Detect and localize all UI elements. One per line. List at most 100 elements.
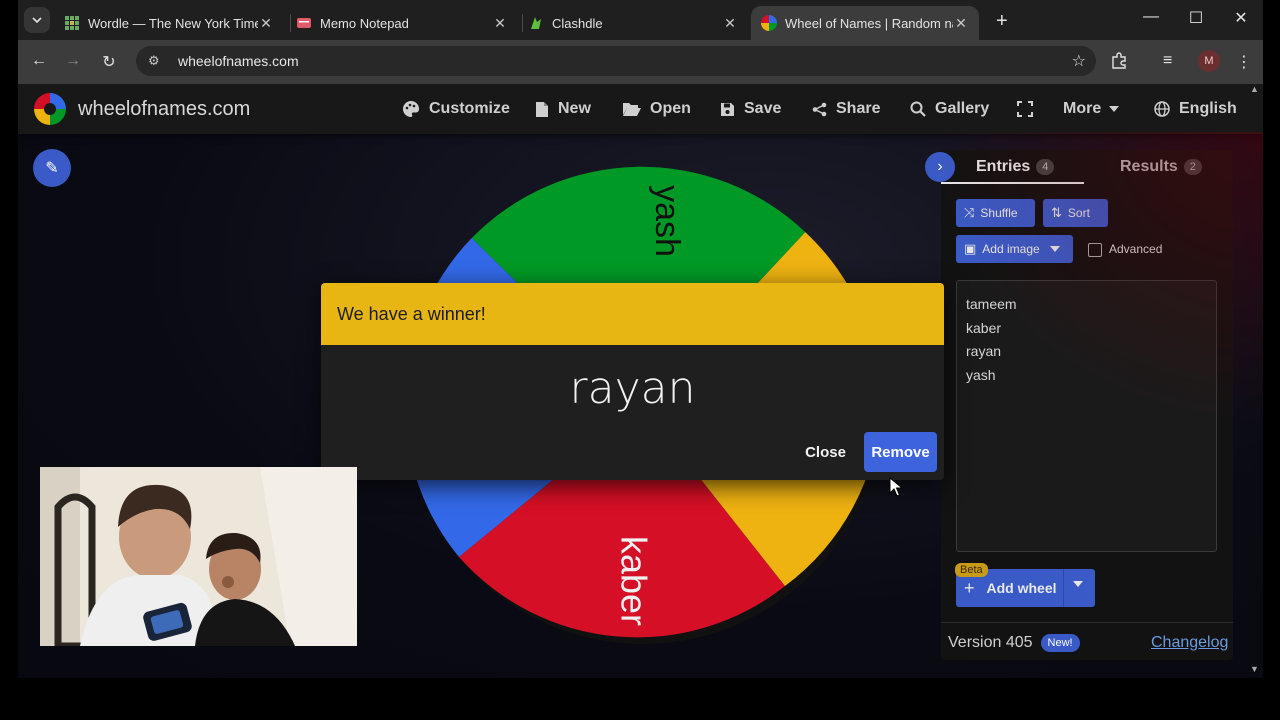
media-queue-icon[interactable]: ≡ <box>1163 52 1172 70</box>
tab-label: Wordle — The New York Times <box>88 15 258 31</box>
site-settings-icon[interactable]: ⚙ <box>148 53 166 69</box>
edit-pencil-button[interactable]: ✎ <box>33 149 71 187</box>
tab-label: Entries <box>976 158 1031 175</box>
window-close-icon[interactable]: ✕ <box>1229 8 1253 28</box>
entries-textarea[interactable]: tameem kaber rayan yash <box>956 280 1217 552</box>
nav-fullscreen[interactable] <box>1017 84 1033 134</box>
clashdle-icon <box>531 17 541 29</box>
nav-label: Gallery <box>935 100 990 117</box>
shuffle-button[interactable]: ⤨ Shuffle <box>956 199 1035 227</box>
plus-icon: + <box>964 577 975 598</box>
shuffle-icon: ⤨ <box>964 205 975 220</box>
tab-results[interactable]: Results 2 <box>1120 158 1202 176</box>
url-text[interactable]: wheelofnames.com <box>178 53 299 69</box>
button-label: Sort <box>1067 206 1090 220</box>
puzzle-icon <box>1112 52 1126 69</box>
memo-icon <box>297 18 311 28</box>
new-tab-button[interactable]: + <box>996 10 1008 33</box>
tab-entries[interactable]: Entries 4 <box>976 158 1055 176</box>
entries-count-badge: 4 <box>1036 159 1055 175</box>
close-icon[interactable]: ✕ <box>258 15 274 32</box>
profile-avatar[interactable]: M <box>1198 50 1220 72</box>
close-icon[interactable]: ✕ <box>953 15 969 32</box>
site-navbar: wheelofnames.com Customize New Open Save… <box>18 84 1263 134</box>
webcam-feed <box>40 467 357 646</box>
close-icon[interactable]: ✕ <box>722 15 738 32</box>
nav-open[interactable]: Open <box>622 84 691 134</box>
nav-label: Save <box>744 100 782 117</box>
nav-more[interactable]: More <box>1063 84 1120 134</box>
button-label: Shuffle <box>980 206 1018 220</box>
reload-icon[interactable]: ↻ <box>99 52 119 72</box>
browser-toolbar: ← → ↻ ⚙ wheelofnames.com ☆ ≡ M ⋮ <box>18 40 1263 84</box>
tab-label: Wheel of Names | Random nam <box>785 15 953 31</box>
browser-tabstrip: Wordle — The New York Times ✕ Memo Notep… <box>18 0 1263 40</box>
wheel-label-kaber: kaber <box>613 536 654 626</box>
scroll-up-arrow-icon[interactable]: ▲ <box>1250 84 1259 94</box>
brand[interactable]: wheelofnames.com <box>34 93 250 125</box>
back-arrow-icon[interactable]: ← <box>29 52 49 70</box>
maximize-icon[interactable]: ☐ <box>1184 8 1208 28</box>
caret-down-icon <box>1109 106 1120 112</box>
image-icon: ▣ <box>964 241 977 256</box>
dialog-title: We have a winner! <box>321 283 944 345</box>
nav-save[interactable]: Save <box>720 84 781 134</box>
chevron-down-icon <box>32 17 42 24</box>
button-label: Add wheel <box>986 580 1057 596</box>
wordle-grid-icon <box>65 16 79 30</box>
changelog-link[interactable]: Changelog <box>1151 634 1228 652</box>
tab-label: Memo Notepad <box>320 15 409 31</box>
tab-search-button[interactable] <box>24 7 50 33</box>
nav-customize[interactable]: Customize <box>402 84 510 134</box>
button-divider <box>1063 569 1064 607</box>
globe-icon <box>1154 101 1170 117</box>
nav-new[interactable]: New <box>535 84 591 134</box>
search-icon <box>910 101 926 117</box>
palette-icon <box>403 100 420 117</box>
extensions-icon[interactable] <box>1111 52 1128 74</box>
address-bar[interactable]: ⚙ wheelofnames.com ☆ <box>136 46 1096 76</box>
tab-clashdle[interactable]: Clashdle ✕ <box>518 6 748 40</box>
tab-label: Clashdle <box>552 15 603 31</box>
advanced-label: Advanced <box>1109 242 1163 256</box>
tab-wordle[interactable]: Wordle — The New York Times ✕ <box>54 6 284 40</box>
advanced-checkbox[interactable] <box>1088 243 1102 257</box>
version-label: Version 405 <box>948 634 1033 651</box>
minimize-icon[interactable]: — <box>1139 8 1163 26</box>
collapse-panel-button[interactable]: › <box>925 152 955 182</box>
webcam-overlay <box>40 467 357 646</box>
nav-label: Customize <box>429 100 510 117</box>
wheel-icon <box>761 15 777 31</box>
chevron-right-icon: › <box>937 158 943 175</box>
tab-label: Results <box>1120 158 1178 175</box>
nav-label: More <box>1063 100 1102 117</box>
pencil-icon: ✎ <box>45 160 59 177</box>
add-image-button[interactable]: ▣ Add image <box>956 235 1073 263</box>
floppy-icon <box>721 102 734 116</box>
caret-down-icon <box>1049 246 1060 252</box>
tab-wheel-of-names[interactable]: Wheel of Names | Random nam ✕ <box>751 6 979 40</box>
sort-button[interactable]: ⇅ Sort <box>1043 199 1108 227</box>
tab-memo-notepad[interactable]: Memo Notepad ✕ <box>286 6 518 40</box>
version-info: Version 405 New! <box>948 634 1080 652</box>
close-icon[interactable]: ✕ <box>492 15 508 32</box>
caret-down-icon[interactable] <box>1073 581 1083 587</box>
remove-button[interactable]: Remove <box>864 432 937 472</box>
nav-label: New <box>558 100 591 117</box>
results-count-badge: 2 <box>1183 159 1202 175</box>
winner-name: rayan <box>569 363 696 414</box>
fullscreen-icon <box>1017 101 1033 117</box>
close-button[interactable]: Close <box>797 432 854 472</box>
beta-badge: Beta <box>955 563 988 577</box>
kebab-menu-icon[interactable]: ⋮ <box>1236 52 1252 72</box>
file-icon <box>536 101 548 117</box>
bookmark-star-icon[interactable]: ☆ <box>1072 51 1086 71</box>
panel-divider <box>941 622 1233 623</box>
wheel-label-yash: yash <box>648 185 686 257</box>
nav-share[interactable]: Share <box>812 84 880 134</box>
nav-gallery[interactable]: Gallery <box>910 84 989 134</box>
nav-language[interactable]: English <box>1154 84 1237 134</box>
folder-open-icon <box>623 103 641 116</box>
forward-arrow-icon[interactable]: → <box>63 52 83 70</box>
scroll-down-arrow-icon[interactable]: ▼ <box>1250 664 1259 674</box>
